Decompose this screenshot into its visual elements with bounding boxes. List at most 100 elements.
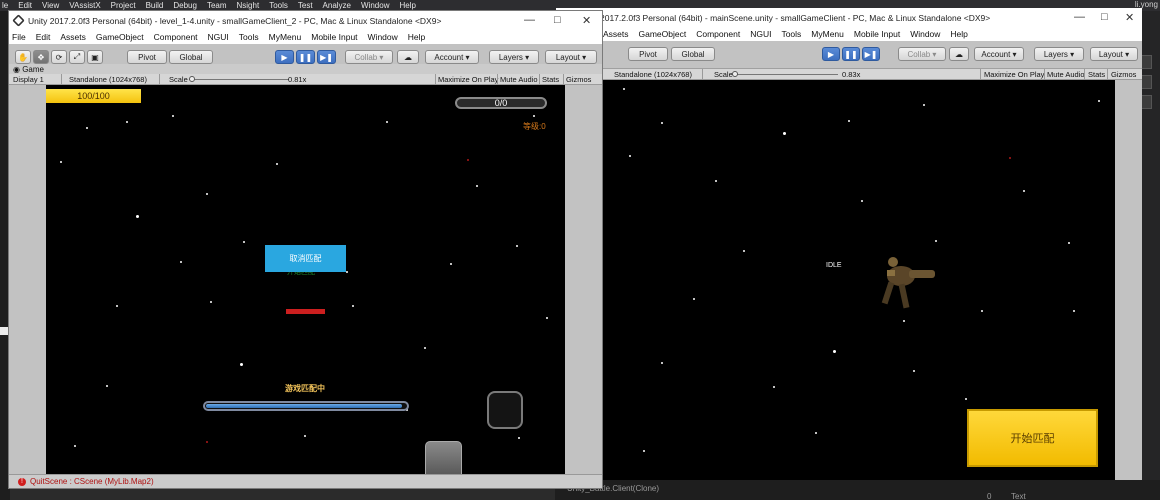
menu-file[interactable]: File (12, 32, 26, 42)
global-button[interactable]: Global (671, 47, 715, 61)
menu-gameobject[interactable]: GameObject (96, 32, 144, 42)
vs-menu-analyze[interactable]: Analyze (323, 1, 351, 10)
menu-ngui[interactable]: NGUI (750, 29, 771, 39)
play-icon[interactable]: ▶ (275, 50, 294, 64)
rotate-tool-icon[interactable]: ⟳ (51, 50, 67, 64)
cloud-icon[interactable]: ☁ (397, 50, 419, 64)
menu-mobile-input[interactable]: Mobile Input (854, 29, 900, 39)
pivot-button[interactable]: Pivot (127, 50, 167, 64)
vs-menu-edit[interactable]: Edit (18, 1, 32, 10)
menu-tools[interactable]: Tools (781, 29, 801, 39)
stats-toggle[interactable]: Stats (1088, 70, 1105, 79)
minimize-icon[interactable]: — (1074, 11, 1085, 23)
pivot-button[interactable]: Pivot (628, 47, 668, 61)
cancel-match-button[interactable]: 取消匹配 (265, 245, 346, 272)
rect-tool-icon[interactable]: ▣ (87, 50, 103, 64)
display-dropdown[interactable]: Display 1 (13, 75, 44, 84)
vs-menu-vassistx[interactable]: VAssistX (69, 1, 100, 10)
pivot-label: Pivot (138, 52, 156, 62)
layout-dropdown[interactable]: Layout ▾ (545, 50, 597, 64)
mute-audio-toggle[interactable]: Mute Audio (1047, 70, 1085, 79)
menu-ngui[interactable]: NGUI (208, 32, 229, 42)
maximize-icon[interactable]: □ (554, 14, 561, 26)
stats-toggle[interactable]: Stats (542, 75, 559, 84)
mute-audio-toggle[interactable]: Mute Audio (500, 75, 538, 84)
resolution-dropdown[interactable]: Standalone (1024x768) (69, 75, 147, 84)
scale-tool-icon[interactable]: ⤢ (69, 50, 85, 64)
star (86, 127, 88, 129)
scale-slider-handle[interactable] (189, 76, 195, 82)
vs-menu-view[interactable]: View (42, 1, 59, 10)
game-viewport[interactable]: 100/100 0/0 等级:0 开始匹配 取消匹配 游戏匹配中 (46, 85, 565, 475)
star (346, 271, 348, 273)
vs-menu-debug[interactable]: Debug (173, 1, 197, 10)
layers-dropdown[interactable]: Layers ▾ (489, 50, 539, 64)
menu-mobile-input[interactable]: Mobile Input (311, 32, 357, 42)
separator (1107, 69, 1108, 80)
gizmos-dropdown[interactable]: Gizmos (566, 75, 591, 84)
account-dropdown[interactable]: Account ▾ (974, 47, 1024, 61)
vs-menu-project[interactable]: Project (111, 1, 136, 10)
move-tool-icon[interactable]: ✥ (33, 50, 49, 64)
layout-label: Layout (1098, 49, 1123, 59)
menu-edit[interactable]: Edit (36, 32, 51, 42)
game-viewport[interactable]: IDLE 开始匹配 (603, 80, 1115, 480)
gizmos-dropdown[interactable]: Gizmos (1111, 70, 1136, 79)
vs-menu-test[interactable]: Test (298, 1, 313, 10)
scale-slider[interactable] (734, 74, 838, 75)
vs-menu-window[interactable]: Window (361, 1, 389, 10)
scale-slider-handle[interactable] (732, 71, 738, 77)
step-icon[interactable]: ▶❚ (317, 50, 336, 64)
menu-assets[interactable]: Assets (603, 29, 629, 39)
maximize-icon[interactable]: □ (1101, 11, 1108, 23)
menu-component[interactable]: Component (696, 29, 740, 39)
menu-window[interactable]: Window (910, 29, 940, 39)
cloud-icon[interactable]: ☁ (949, 47, 969, 61)
minimize-icon[interactable]: — (524, 14, 535, 26)
action-button[interactable] (487, 391, 523, 429)
vs-menu-file[interactable]: le (2, 1, 8, 10)
jump-button[interactable] (425, 441, 462, 475)
vs-menu-nsight[interactable]: Nsight (237, 1, 260, 10)
vs-menu-tools[interactable]: Tools (269, 1, 288, 10)
menu-component[interactable]: Component (154, 32, 198, 42)
game-tab[interactable]: ◉ Game (13, 65, 44, 74)
layout-dropdown[interactable]: Layout ▾ (1090, 47, 1138, 61)
collab-button[interactable]: Collab ▾ (898, 47, 946, 61)
collab-button[interactable]: Collab ▾ (345, 50, 393, 64)
close-icon[interactable]: ✕ (582, 14, 591, 27)
start-match-button[interactable]: 开始匹配 (967, 409, 1098, 467)
star (180, 261, 182, 263)
scale-slider[interactable] (189, 79, 289, 80)
menu-mymenu[interactable]: MyMenu (269, 32, 302, 42)
maximize-on-play-toggle[interactable]: Maximize On Play (984, 70, 1044, 79)
menu-assets[interactable]: Assets (60, 32, 86, 42)
pause-icon[interactable]: ❚❚ (296, 50, 315, 64)
star (923, 104, 925, 106)
resolution-dropdown[interactable]: Standalone (1024x768) (614, 70, 692, 79)
console-message[interactable]: QuitScene : CScene (MyLib.Map2) (30, 477, 154, 486)
pause-icon[interactable]: ❚❚ (842, 47, 860, 61)
play-icon[interactable]: ▶ (822, 47, 840, 61)
vs-menu-build[interactable]: Build (146, 1, 164, 10)
menu-tools[interactable]: Tools (239, 32, 259, 42)
hand-tool-icon[interactable]: ✋ (15, 50, 31, 64)
step-icon[interactable]: ▶❚ (862, 47, 880, 61)
star (773, 386, 775, 388)
vs-menu-help[interactable]: Help (399, 1, 415, 10)
global-button[interactable]: Global (169, 50, 213, 64)
star (116, 305, 118, 307)
menu-help[interactable]: Help (408, 32, 425, 42)
menu-gameobject[interactable]: GameObject (639, 29, 687, 39)
menu-bar: Assets GameObject Component NGUI Tools M… (556, 27, 1142, 41)
layers-dropdown[interactable]: Layers ▾ (1034, 47, 1084, 61)
menu-help[interactable]: Help (950, 29, 967, 39)
menu-mymenu[interactable]: MyMenu (811, 29, 844, 39)
close-icon[interactable]: ✕ (1125, 11, 1134, 24)
vs-menu-team[interactable]: Team (207, 1, 227, 10)
vs-bottom-panel: Unity_Battle.Client(Clone) 0 Text (555, 480, 1160, 500)
vs-output-number: 0 (987, 492, 992, 500)
maximize-on-play-toggle[interactable]: Maximize On Play (438, 75, 498, 84)
menu-window[interactable]: Window (368, 32, 398, 42)
account-dropdown[interactable]: Account ▾ (425, 50, 479, 64)
